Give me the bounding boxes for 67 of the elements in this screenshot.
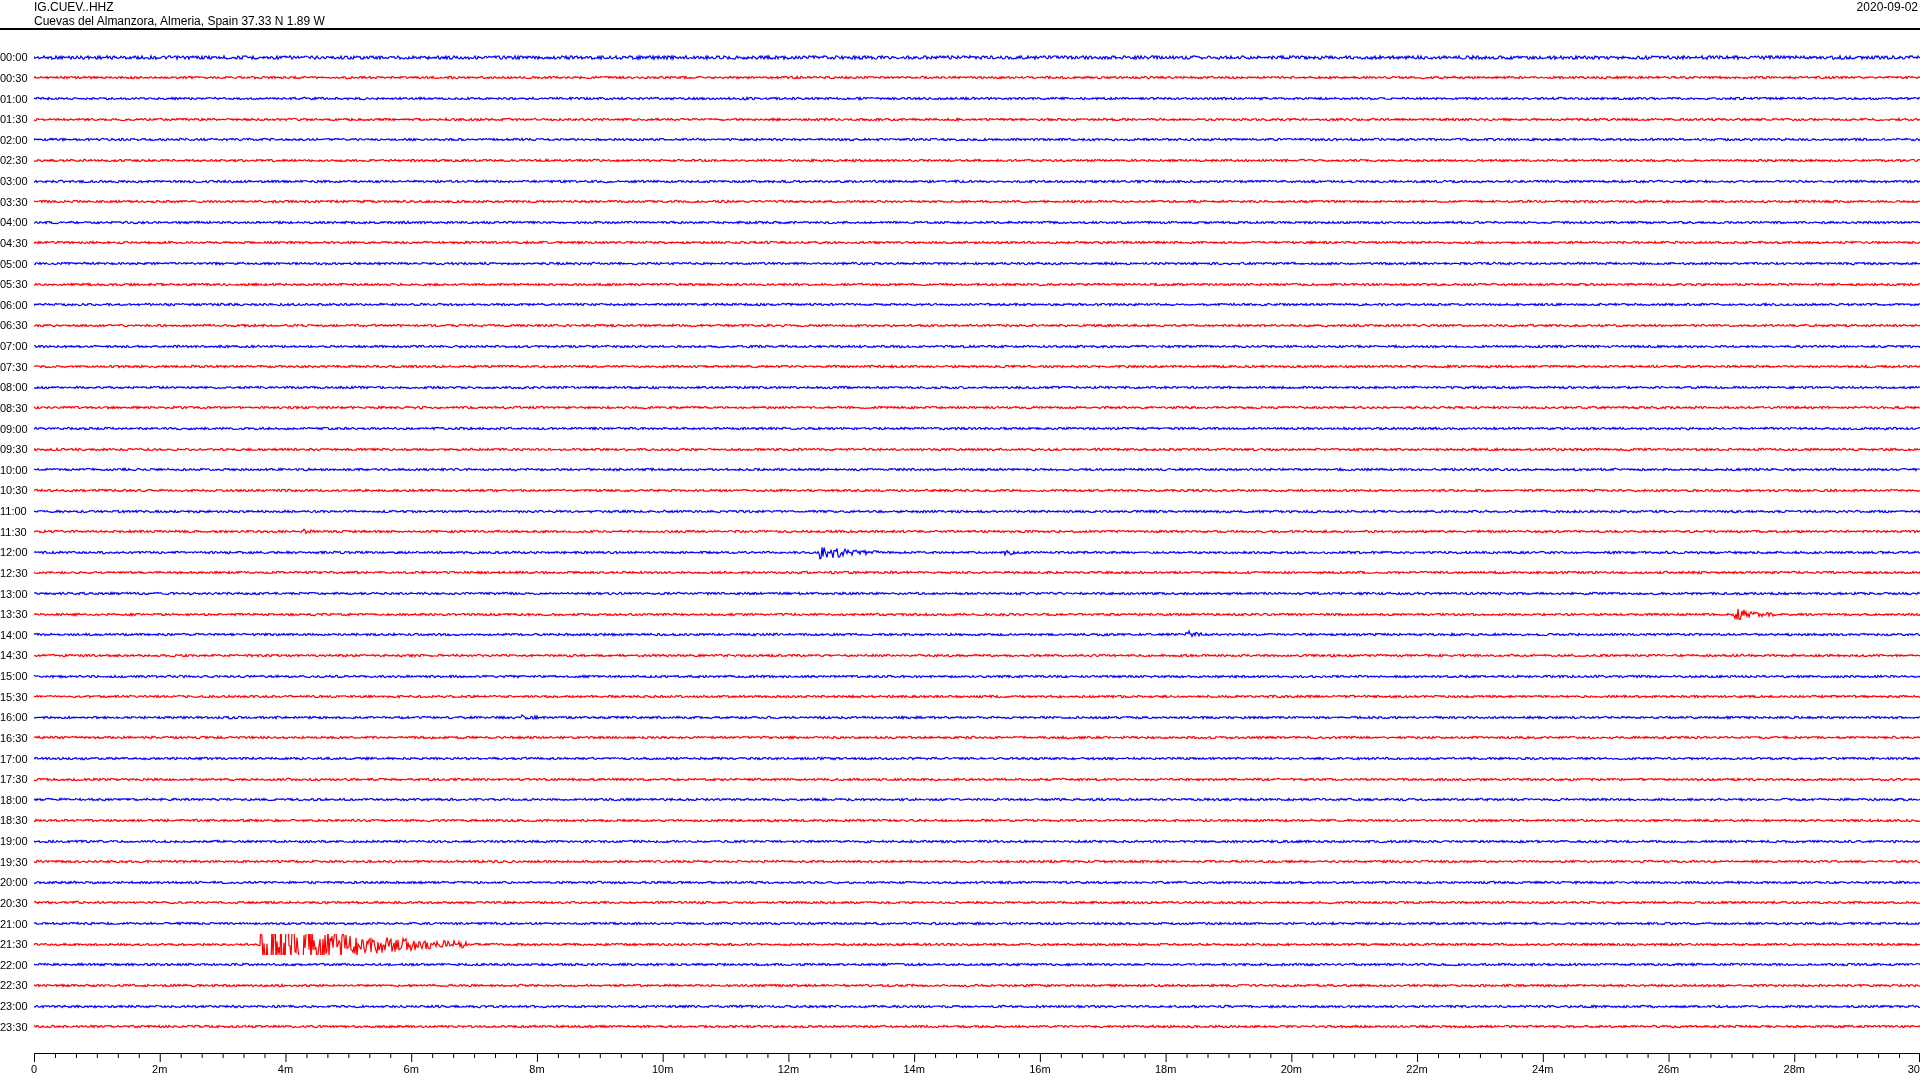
time-label: 17:00	[0, 752, 29, 765]
time-label: 05:00	[0, 257, 29, 270]
axis-tick-label: 26m	[1657, 1063, 1680, 1075]
axis-tick-label: 24m	[1532, 1063, 1554, 1075]
axis-tick-label: 16m	[1029, 1063, 1051, 1075]
time-label: 04:00	[0, 216, 29, 229]
time-label: 10:00	[0, 463, 29, 476]
axis-tick-label: 8m	[529, 1063, 545, 1075]
time-label: 13:30	[0, 608, 29, 621]
time-label: 17:30	[0, 773, 29, 786]
axis-tick-label: 10m	[651, 1063, 674, 1075]
time-label: 12:30	[0, 566, 29, 579]
plot-date: 2020-09-02	[1856, 0, 1919, 14]
time-label: 09:00	[0, 422, 29, 435]
time-label: 15:00	[0, 670, 29, 683]
time-label: 01:30	[0, 113, 29, 126]
time-label: 07:00	[0, 340, 29, 353]
station-location: Cuevas del Almanzora, Almeria, Spain 37.33 N 1.89 W	[34, 14, 325, 28]
time-label: 04:30	[0, 236, 29, 249]
time-label: 16:30	[0, 731, 29, 744]
axis-tick-label: 30	[1907, 1063, 1920, 1075]
time-label: 08:30	[0, 401, 29, 414]
time-label: 18:00	[0, 793, 29, 806]
axis-tick-label: 14m	[903, 1063, 925, 1075]
time-label: 23:00	[0, 1000, 29, 1013]
time-label: 11:00	[0, 505, 28, 518]
time-label: 09:30	[0, 443, 29, 456]
axis-tick-label: 18m	[1154, 1063, 1177, 1075]
axis-tick-label: 6m	[403, 1063, 419, 1075]
time-label: 14:30	[0, 649, 29, 662]
axis-tick-label: 22m	[1406, 1063, 1428, 1075]
time-label: 19:00	[0, 835, 29, 848]
time-label: 00:30	[0, 71, 29, 84]
time-label: 15:30	[0, 690, 29, 703]
time-label: 05:30	[0, 278, 29, 291]
time-label: 03:30	[0, 195, 29, 208]
axis-tick-label: 0	[30, 1063, 38, 1075]
axis-tick-label: 4m	[277, 1063, 294, 1075]
time-label: 12:00	[0, 546, 29, 559]
time-label: 11:30	[0, 525, 28, 538]
time-label: 22:30	[0, 979, 29, 992]
time-label: 02:00	[0, 133, 29, 146]
time-label: 14:00	[0, 628, 29, 641]
axis-tick-label: 28m	[1783, 1063, 1805, 1075]
time-label: 19:30	[0, 855, 29, 868]
time-label: 03:00	[0, 175, 29, 188]
time-label: 01:00	[0, 92, 29, 105]
time-label: 10:30	[0, 484, 29, 497]
time-label: 16:00	[0, 711, 29, 724]
station-code: IG.CUEV..HHZ	[34, 0, 115, 14]
time-label: 06:00	[0, 298, 29, 311]
time-label: 21:00	[0, 917, 29, 930]
time-label: 22:00	[0, 958, 29, 971]
time-label: 02:30	[0, 154, 29, 167]
time-label: 06:30	[0, 319, 29, 332]
axis-tick-label: 2m	[152, 1063, 168, 1075]
time-label: 20:00	[0, 876, 29, 889]
time-label: 00:00	[0, 51, 29, 64]
time-label: 20:30	[0, 896, 29, 909]
axis-tick-label: 20m	[1280, 1063, 1303, 1075]
time-label: 08:00	[0, 381, 29, 394]
time-label: 07:30	[0, 360, 29, 373]
time-label: 23:30	[0, 1020, 29, 1033]
time-label: 13:00	[0, 587, 29, 600]
time-label: 18:30	[0, 814, 29, 827]
time-label: 21:30	[0, 938, 29, 951]
axis-tick-label: 12m	[777, 1063, 800, 1075]
